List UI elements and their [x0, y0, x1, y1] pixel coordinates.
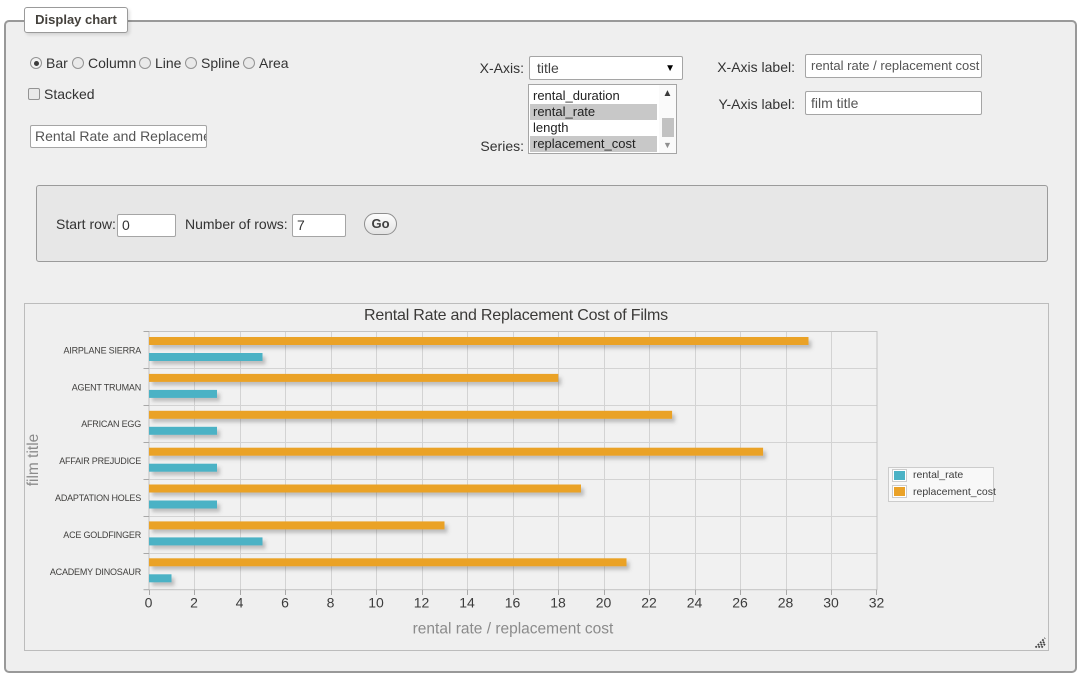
- svg-text:2: 2: [190, 595, 198, 611]
- svg-text:8: 8: [327, 595, 335, 611]
- svg-text:6: 6: [281, 595, 289, 611]
- svg-text:22: 22: [641, 595, 657, 611]
- svg-text:20: 20: [596, 595, 612, 611]
- svg-text:32: 32: [869, 595, 885, 611]
- svg-text:ACADEMY DINOSAUR: ACADEMY DINOSAUR: [50, 567, 142, 577]
- svg-text:ACE GOLDFINGER: ACE GOLDFINGER: [63, 530, 141, 540]
- svg-text:24: 24: [687, 595, 703, 611]
- svg-text:30: 30: [823, 595, 839, 611]
- svg-text:4: 4: [236, 595, 244, 611]
- svg-text:rental rate / replacement cost: rental rate / replacement cost: [413, 621, 614, 638]
- svg-text:AFFAIR PREJUDICE: AFFAIR PREJUDICE: [59, 456, 141, 466]
- svg-text:0: 0: [145, 595, 153, 611]
- svg-text:Rental Rate and Replacement Co: Rental Rate and Replacement Cost of Film…: [364, 307, 668, 324]
- svg-text:AIRPLANE SIERRA: AIRPLANE SIERRA: [63, 345, 141, 355]
- svg-text:14: 14: [459, 595, 475, 611]
- svg-text:AFRICAN EGG: AFRICAN EGG: [81, 419, 141, 429]
- svg-text:18: 18: [550, 595, 566, 611]
- svg-text:26: 26: [732, 595, 748, 611]
- svg-text:ADAPTATION HOLES: ADAPTATION HOLES: [55, 493, 141, 503]
- svg-text:16: 16: [505, 595, 521, 611]
- svg-text:10: 10: [368, 595, 384, 611]
- svg-text:28: 28: [778, 595, 794, 611]
- svg-text:12: 12: [414, 595, 430, 611]
- svg-text:AGENT TRUMAN: AGENT TRUMAN: [72, 382, 141, 392]
- svg-text:film title: film title: [25, 434, 42, 487]
